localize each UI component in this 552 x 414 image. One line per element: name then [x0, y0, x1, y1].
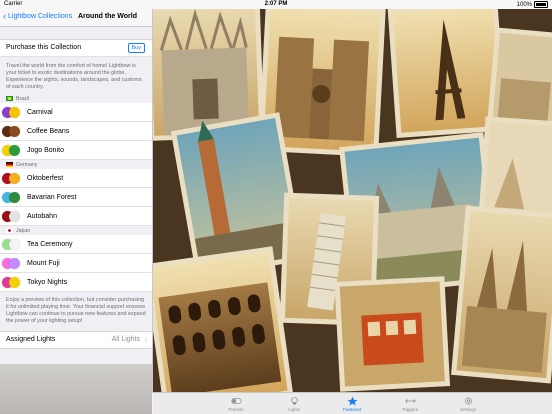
star-icon [347, 396, 357, 406]
flag-icon [6, 162, 13, 167]
flag-icon [6, 228, 13, 233]
preset-name: Coffee Beans [27, 127, 70, 135]
section-header-brazil: Brazil [0, 94, 152, 103]
color-swatch [9, 172, 20, 184]
color-swatch [9, 210, 20, 222]
status-bar: Carrier 2:07 PM 100% [0, 0, 552, 9]
chevron-left-icon: ‹ [3, 11, 6, 21]
collection-sidebar: ‹ Lightbow Collections Around the World … [0, 9, 153, 414]
tab-label: Featured [342, 407, 361, 412]
back-button-label: Lightbow Collections [8, 13, 73, 20]
color-swatch [9, 106, 20, 118]
preset-name: Autobahn [27, 212, 57, 220]
color-swatch [9, 238, 20, 250]
assigned-lights-row[interactable]: Assigned Lights All Lights › [0, 331, 152, 349]
battery-icon [534, 1, 548, 8]
color-swatches [2, 144, 24, 157]
preset-row[interactable]: Bavarian Forest [0, 188, 152, 207]
collection-description: Travel the world from the comfort of hom… [6, 63, 142, 90]
section-header-japan: Japan [0, 226, 152, 235]
section-title: Japan [16, 227, 31, 234]
preset-name: Tokyo Nights [27, 278, 68, 286]
preset-row[interactable]: Tokyo Nights [0, 273, 152, 292]
navigation-bar: ‹ Lightbow Collections Around the World [0, 9, 152, 27]
toggle-icon [230, 398, 242, 404]
section-header-germany: Germany [0, 160, 152, 169]
tab-settings[interactable]: Settings [448, 393, 488, 414]
preset-name: Jogo Bonito [27, 146, 64, 154]
preset-name: Bavarian Forest [27, 193, 77, 201]
purchase-note: Enjoy a preview of this collection, but … [6, 297, 146, 324]
section-title: Germany [16, 161, 38, 168]
lightbulb-icon [290, 397, 298, 405]
assigned-lights-label: Assigned Lights [6, 336, 56, 343]
flag-icon [6, 96, 13, 101]
preset-row[interactable]: Carnival [0, 103, 152, 122]
preset-row[interactable]: Autobahn [0, 207, 152, 226]
color-swatch [9, 144, 20, 156]
color-swatches [2, 191, 24, 204]
color-swatches [2, 276, 24, 289]
color-swatches [2, 238, 24, 251]
arrows-icon [404, 399, 416, 403]
sidebar-background [0, 364, 152, 414]
chevron-right-icon: › [144, 335, 147, 344]
buy-button[interactable]: Buy [127, 43, 145, 53]
color-swatches [2, 210, 24, 223]
tab-label: Triggers [401, 407, 419, 412]
purchase-row: Purchase this Collection Buy [0, 39, 152, 57]
preset-row[interactable]: Coffee Beans [0, 122, 152, 141]
color-swatches [2, 125, 24, 138]
preset-row[interactable]: Oktoberfest [0, 169, 152, 188]
tab-presets[interactable]: Presets [216, 393, 256, 414]
tab-label: Presets [228, 407, 244, 412]
tab-lights[interactable]: Lights [274, 393, 314, 414]
tab-triggers[interactable]: Triggers [390, 393, 430, 414]
color-swatch [9, 257, 20, 269]
color-swatch [9, 191, 20, 203]
preset-name: Carnival [27, 108, 53, 116]
battery-indicator: 100% [517, 1, 548, 8]
color-swatch [9, 276, 20, 288]
preset-name: Oktoberfest [27, 174, 64, 182]
preset-row[interactable]: Tea Ceremony [0, 235, 152, 254]
tab-featured[interactable]: Featured [332, 393, 372, 414]
tab-label: Settings [459, 407, 477, 412]
page-title: Around the World [78, 13, 137, 20]
gear-icon [464, 397, 472, 405]
back-button[interactable]: ‹ Lightbow Collections [3, 11, 73, 21]
battery-percent: 100% [516, 1, 532, 8]
tab-bar: Presets Lights Featured Triggers Settings [152, 392, 552, 414]
section-title: Brazil [16, 95, 29, 102]
preset-name: Tea Ceremony [27, 240, 73, 248]
assigned-lights-value: All Lights [111, 336, 140, 343]
clock: 2:07 PM [264, 1, 288, 7]
color-swatch [9, 125, 20, 137]
preset-row[interactable]: Jogo Bonito [0, 141, 152, 160]
section-list: Brazil Carnival Coffee Beans Jogo Bonito Ger… [0, 94, 152, 292]
collection-artwork [152, 9, 552, 393]
color-swatches [2, 172, 24, 185]
color-swatches [2, 257, 24, 270]
tab-label: Lights [287, 407, 300, 412]
purchase-label: Purchase this Collection [6, 44, 82, 51]
preset-row[interactable]: Mount Fuji [0, 254, 152, 273]
preset-name: Mount Fuji [27, 259, 60, 267]
travel-collage-image [152, 9, 552, 393]
color-swatches [2, 106, 24, 119]
